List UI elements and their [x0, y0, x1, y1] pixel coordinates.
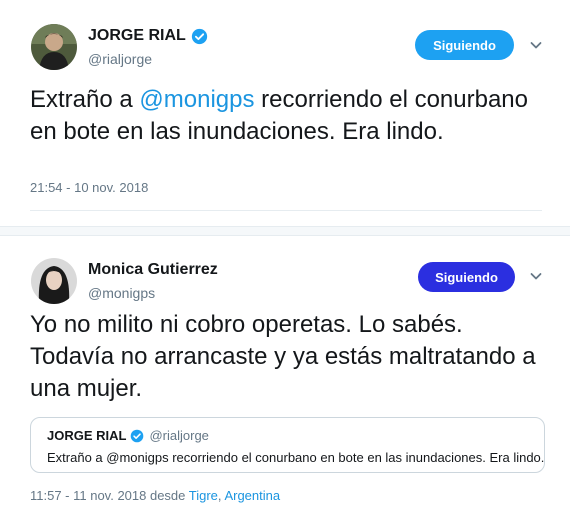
chevron-down-icon[interactable] — [529, 38, 543, 52]
tweet-monica-gutierrez: Monica Gutierrez @monigps Siguiendo Yo n… — [0, 236, 570, 524]
author-line: JORGE RIAL — [88, 27, 208, 45]
text-before-mention: Extraño a — [30, 86, 140, 113]
chevron-down-icon[interactable] — [529, 269, 543, 283]
quoted-handle: @rialjorge — [149, 428, 209, 443]
handle[interactable]: @monigps — [88, 285, 155, 301]
display-name[interactable]: JORGE RIAL — [88, 27, 186, 45]
place-link-country[interactable]: Argentina — [224, 488, 280, 503]
timestamp-text[interactable]: 11:57 - 11 nov. 2018 desde — [30, 488, 189, 503]
verified-badge-icon — [131, 429, 144, 442]
handle[interactable]: @rialjorge — [88, 51, 152, 67]
following-button[interactable]: Siguiendo — [415, 30, 514, 60]
tweet-text: Yo no milito ni cobro operetas. Lo sabés… — [30, 311, 536, 402]
tweet-text: Extraño a @monigps recorriendo el conurb… — [30, 84, 550, 148]
quoted-author-line: JORGE RIAL @rialjorge — [47, 428, 209, 443]
tweet-timestamp[interactable]: 21:54 - 10 nov. 2018 — [30, 180, 148, 195]
following-button[interactable]: Siguiendo — [418, 262, 515, 292]
quoted-display-name: JORGE RIAL — [47, 428, 127, 443]
tweet-separator — [0, 226, 570, 236]
quoted-text: Extraño a @monigps recorriendo el conurb… — [47, 450, 545, 465]
verified-badge-icon — [191, 28, 207, 44]
quoted-tweet[interactable]: JORGE RIAL @rialjorge Extraño a @monigps… — [30, 417, 545, 473]
tweet-jorge-rial: JORGE RIAL @rialjorge Siguiendo Extraño … — [0, 0, 570, 226]
tweet-timestamp: 11:57 - 11 nov. 2018 desde Tigre, Argent… — [30, 488, 280, 503]
mention-link[interactable]: @monigps — [139, 86, 254, 113]
place-link-city[interactable]: Tigre — [189, 488, 218, 503]
divider-line — [30, 210, 542, 211]
avatar-monica-gutierrez[interactable] — [31, 258, 77, 304]
avatar-jorge-rial[interactable] — [31, 24, 77, 70]
author-line: Monica Gutierrez — [88, 261, 218, 279]
display-name[interactable]: Monica Gutierrez — [88, 261, 218, 279]
